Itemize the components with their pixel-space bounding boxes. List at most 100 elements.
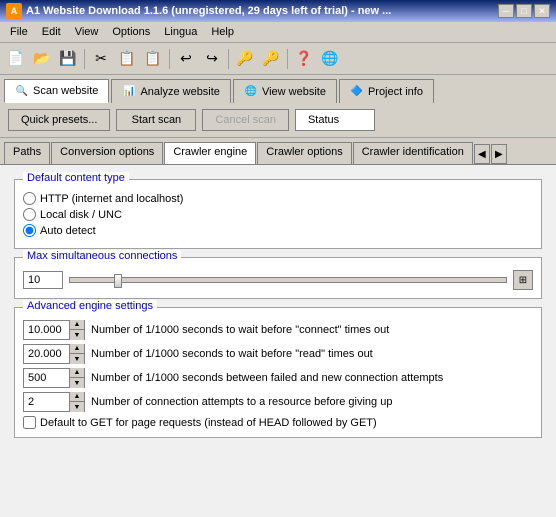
spinner-0: ▲ ▼ (23, 320, 85, 340)
spinner-0-label: Number of 1/1000 seconds to wait before … (91, 324, 389, 336)
cancel-scan-button[interactable]: Cancel scan (202, 109, 289, 131)
menu-lingua[interactable]: Lingua (158, 24, 203, 40)
menu-help[interactable]: Help (205, 24, 240, 40)
toolbar-open[interactable]: 📂 (30, 47, 54, 71)
tab-analyze-label: Analyze website (140, 86, 220, 98)
advanced-engine-title: Advanced engine settings (23, 300, 157, 312)
spinner-row-2: ▲ ▼ Number of 1/1000 seconds between fai… (23, 368, 533, 388)
scan-icon: 🔍 (15, 84, 29, 98)
toolbar-sep-1 (84, 49, 85, 69)
spinner-row-1: ▲ ▼ Number of 1/1000 seconds to wait bef… (23, 344, 533, 364)
get-checkbox[interactable] (23, 416, 36, 429)
sub-tab-scroll-right[interactable]: ▶ (491, 144, 507, 164)
menu-file[interactable]: File (4, 24, 34, 40)
app-icon: A (6, 3, 22, 19)
spinner-2-down[interactable]: ▼ (70, 378, 84, 388)
spinner-0-input[interactable] (24, 321, 69, 339)
slider-track[interactable] (69, 277, 507, 283)
main-panel: Default content type HTTP (internet and … (0, 165, 556, 517)
toolbar-help[interactable]: ❓ (292, 47, 316, 71)
tab-view-website[interactable]: 🌐 View website (233, 79, 337, 103)
sub-tab-scroll-left[interactable]: ◀ (474, 144, 490, 164)
menu-view[interactable]: View (69, 24, 105, 40)
toolbar-redo[interactable]: ↪ (200, 47, 224, 71)
tab-project-info[interactable]: 🔷 Project info (339, 79, 434, 103)
spinner-3-down[interactable]: ▼ (70, 402, 84, 412)
toolbar-sep-2 (169, 49, 170, 69)
maximize-button[interactable]: □ (516, 4, 532, 18)
spinner-3-label: Number of connection attempts to a resou… (91, 396, 392, 408)
title-bar: A A1 Website Download 1.1.6 (unregistere… (0, 0, 556, 22)
spinner-1-down[interactable]: ▼ (70, 354, 84, 364)
spinner-row-3: ▲ ▼ Number of connection attempts to a r… (23, 392, 533, 412)
menu-edit[interactable]: Edit (36, 24, 67, 40)
sub-tab-bar: Paths Conversion options Crawler engine … (0, 138, 556, 165)
toolbar-undo[interactable]: ↩ (174, 47, 198, 71)
spinner-2-up[interactable]: ▲ (70, 368, 84, 378)
spinner-1-input[interactable] (24, 345, 69, 363)
status-label: Status (295, 109, 375, 131)
start-scan-button[interactable]: Start scan (116, 109, 196, 131)
default-content-type-title: Default content type (23, 172, 129, 184)
tab-scan-website[interactable]: 🔍 Scan website (4, 79, 109, 103)
sub-tab-conversion[interactable]: Conversion options (51, 142, 163, 164)
toolbar-web[interactable]: 🌐 (318, 47, 342, 71)
toolbar-cut[interactable]: ✂ (89, 47, 113, 71)
radio-http[interactable] (23, 192, 36, 205)
spinner-1-up[interactable]: ▲ (70, 344, 84, 354)
sub-tab-crawler-id[interactable]: Crawler identification (353, 142, 473, 164)
toolbar-sep-4 (287, 49, 288, 69)
close-button[interactable]: ✕ (534, 4, 550, 18)
radio-local-label: Local disk / UNC (40, 209, 122, 221)
tab-project-label: Project info (368, 86, 423, 98)
checkbox-get-row: Default to GET for page requests (instea… (23, 416, 533, 429)
sub-tab-paths[interactable]: Paths (4, 142, 50, 164)
spinner-row-0: ▲ ▼ Number of 1/1000 seconds to wait bef… (23, 320, 533, 340)
connections-input[interactable]: 10 (23, 271, 63, 289)
title-text: A1 Website Download 1.1.6 (unregistered,… (26, 5, 391, 17)
analyze-icon: 📊 (122, 85, 136, 99)
toolbar-copy[interactable]: 📋 (115, 47, 139, 71)
sub-tab-crawler-options[interactable]: Crawler options (257, 142, 351, 164)
toolbar-paste[interactable]: 📋 (141, 47, 165, 71)
minimize-button[interactable]: ─ (498, 4, 514, 18)
tab-scan-label: Scan website (33, 85, 98, 97)
max-connections-group: Max simultaneous connections 10 ⊞ (14, 257, 542, 299)
spinner-3-up[interactable]: ▲ (70, 392, 84, 402)
menu-bar: File Edit View Options Lingua Help (0, 22, 556, 43)
spinner-3-btns: ▲ ▼ (69, 392, 84, 412)
spinner-0-btns: ▲ ▼ (69, 320, 84, 340)
radio-auto-label: Auto detect (40, 225, 96, 237)
toolbar-new[interactable]: 📄 (4, 47, 28, 71)
radio-auto-row: Auto detect (23, 224, 533, 237)
toolbar-key1[interactable]: 🔑 (233, 47, 257, 71)
radio-http-label: HTTP (internet and localhost) (40, 193, 183, 205)
advanced-engine-group: Advanced engine settings ▲ ▼ Number of 1… (14, 307, 542, 438)
spinner-1-btns: ▲ ▼ (69, 344, 84, 364)
tab-analyze-website[interactable]: 📊 Analyze website (111, 79, 231, 103)
menu-options[interactable]: Options (106, 24, 156, 40)
radio-http-row: HTTP (internet and localhost) (23, 192, 533, 205)
spinner-3: ▲ ▼ (23, 392, 85, 412)
toolbar-key2[interactable]: 🔑 (259, 47, 283, 71)
radio-local[interactable] (23, 208, 36, 221)
radio-local-row: Local disk / UNC (23, 208, 533, 221)
radio-auto[interactable] (23, 224, 36, 237)
tab-view-label: View website (262, 86, 326, 98)
spinner-1-label: Number of 1/1000 seconds to wait before … (91, 348, 373, 360)
slider-thumb[interactable] (114, 274, 122, 288)
spinner-3-input[interactable] (24, 393, 69, 411)
quick-presets-button[interactable]: Quick presets... (8, 109, 110, 131)
spinner-0-down[interactable]: ▼ (70, 330, 84, 340)
slider-container: 10 ⊞ (23, 270, 533, 290)
slider-icon: ⊞ (513, 270, 533, 290)
spinner-2-btns: ▲ ▼ (69, 368, 84, 388)
spinner-2-input[interactable] (24, 369, 69, 387)
view-icon: 🌐 (244, 85, 258, 99)
toolbar-sep-3 (228, 49, 229, 69)
toolbar-save[interactable]: 💾 (56, 47, 80, 71)
spinner-0-up[interactable]: ▲ (70, 320, 84, 330)
default-content-type-group: Default content type HTTP (internet and … (14, 179, 542, 249)
get-checkbox-label: Default to GET for page requests (instea… (40, 417, 377, 429)
sub-tab-crawler-engine[interactable]: Crawler engine (164, 142, 256, 164)
